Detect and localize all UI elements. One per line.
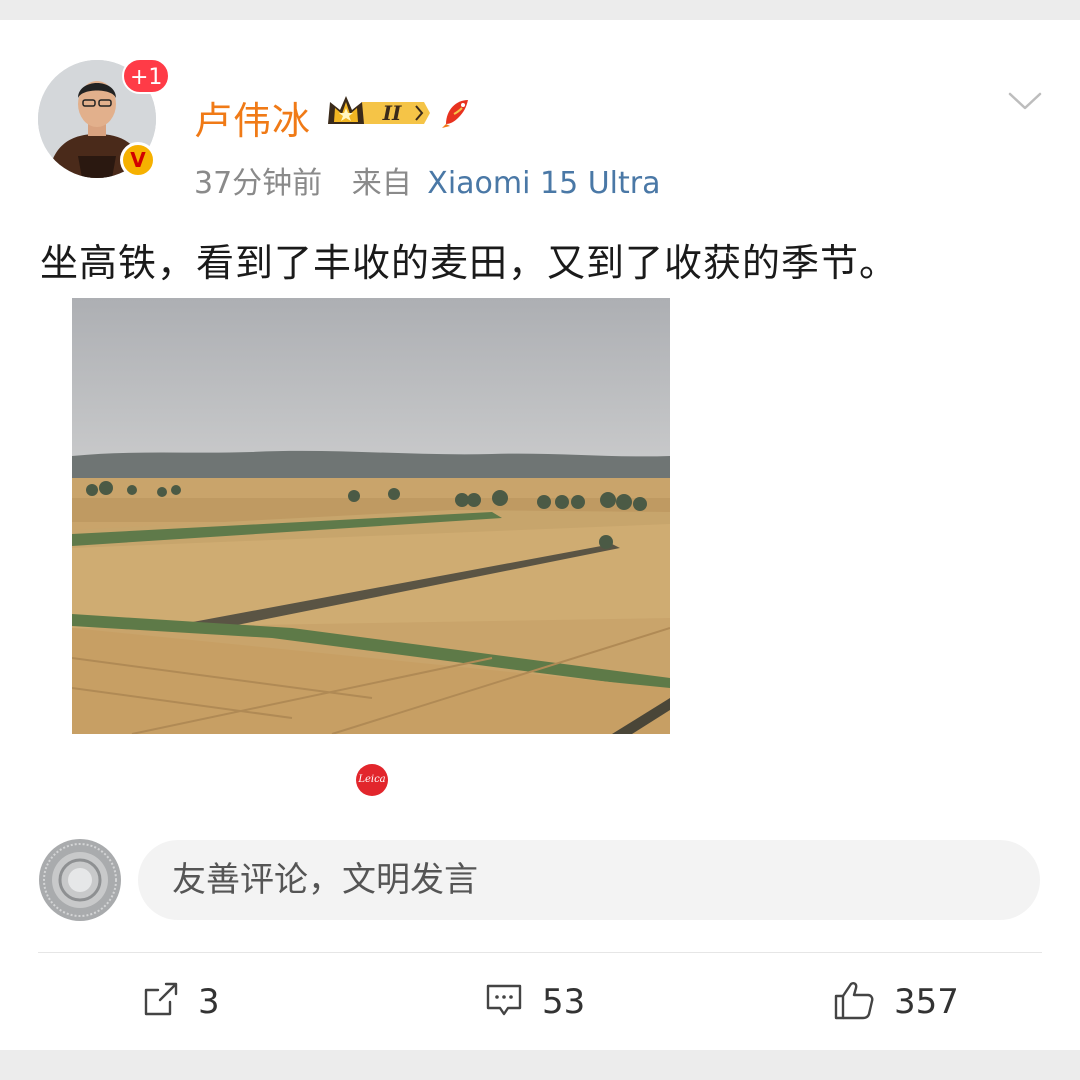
device-link[interactable]: Xiaomi 15 Ultra [427, 166, 660, 201]
comment-icon [484, 980, 524, 1024]
chevron-down-icon[interactable] [1008, 90, 1042, 116]
like-icon [832, 978, 876, 1026]
author-name[interactable]: 卢伟冰 [194, 90, 311, 145]
divider [38, 952, 1042, 953]
level-badge-text: II [382, 101, 402, 125]
comment-input[interactable]: 友善评论，文明发言 [138, 840, 1040, 920]
post-text: 坐高铁，看到了丰收的麦田，又到了收获的季节。 [40, 241, 899, 285]
share-button[interactable]: 3 [140, 980, 220, 1024]
post-card: +1 V 卢伟冰 II 37分钟前 来自 Xiaomi 15 Ultra 坐高铁… [0, 20, 1080, 1050]
comment-count: 53 [542, 982, 586, 1022]
crown-badge-icon[interactable]: II [326, 94, 430, 136]
post-photo[interactable] [72, 298, 670, 734]
bottom-separator [0, 1050, 1080, 1080]
comment-button[interactable]: 53 [484, 980, 585, 1024]
post-meta: 37分钟前 来自 Xiaomi 15 Ultra [194, 158, 660, 202]
notification-badge: +1 [122, 58, 171, 94]
verified-badge: V [120, 142, 156, 178]
commenter-avatar[interactable] [38, 838, 122, 922]
share-count: 3 [198, 982, 220, 1022]
share-icon [140, 980, 180, 1024]
like-button[interactable]: 357 [832, 980, 959, 1024]
like-count: 357 [894, 982, 959, 1022]
post-time: 37分钟前 [194, 166, 323, 201]
source-label: 来自 [351, 166, 412, 201]
author-avatar-wrap[interactable]: +1 V [38, 58, 171, 178]
leica-watermark-logo: Leica [356, 764, 388, 796]
koi-fish-icon[interactable] [440, 96, 474, 134]
